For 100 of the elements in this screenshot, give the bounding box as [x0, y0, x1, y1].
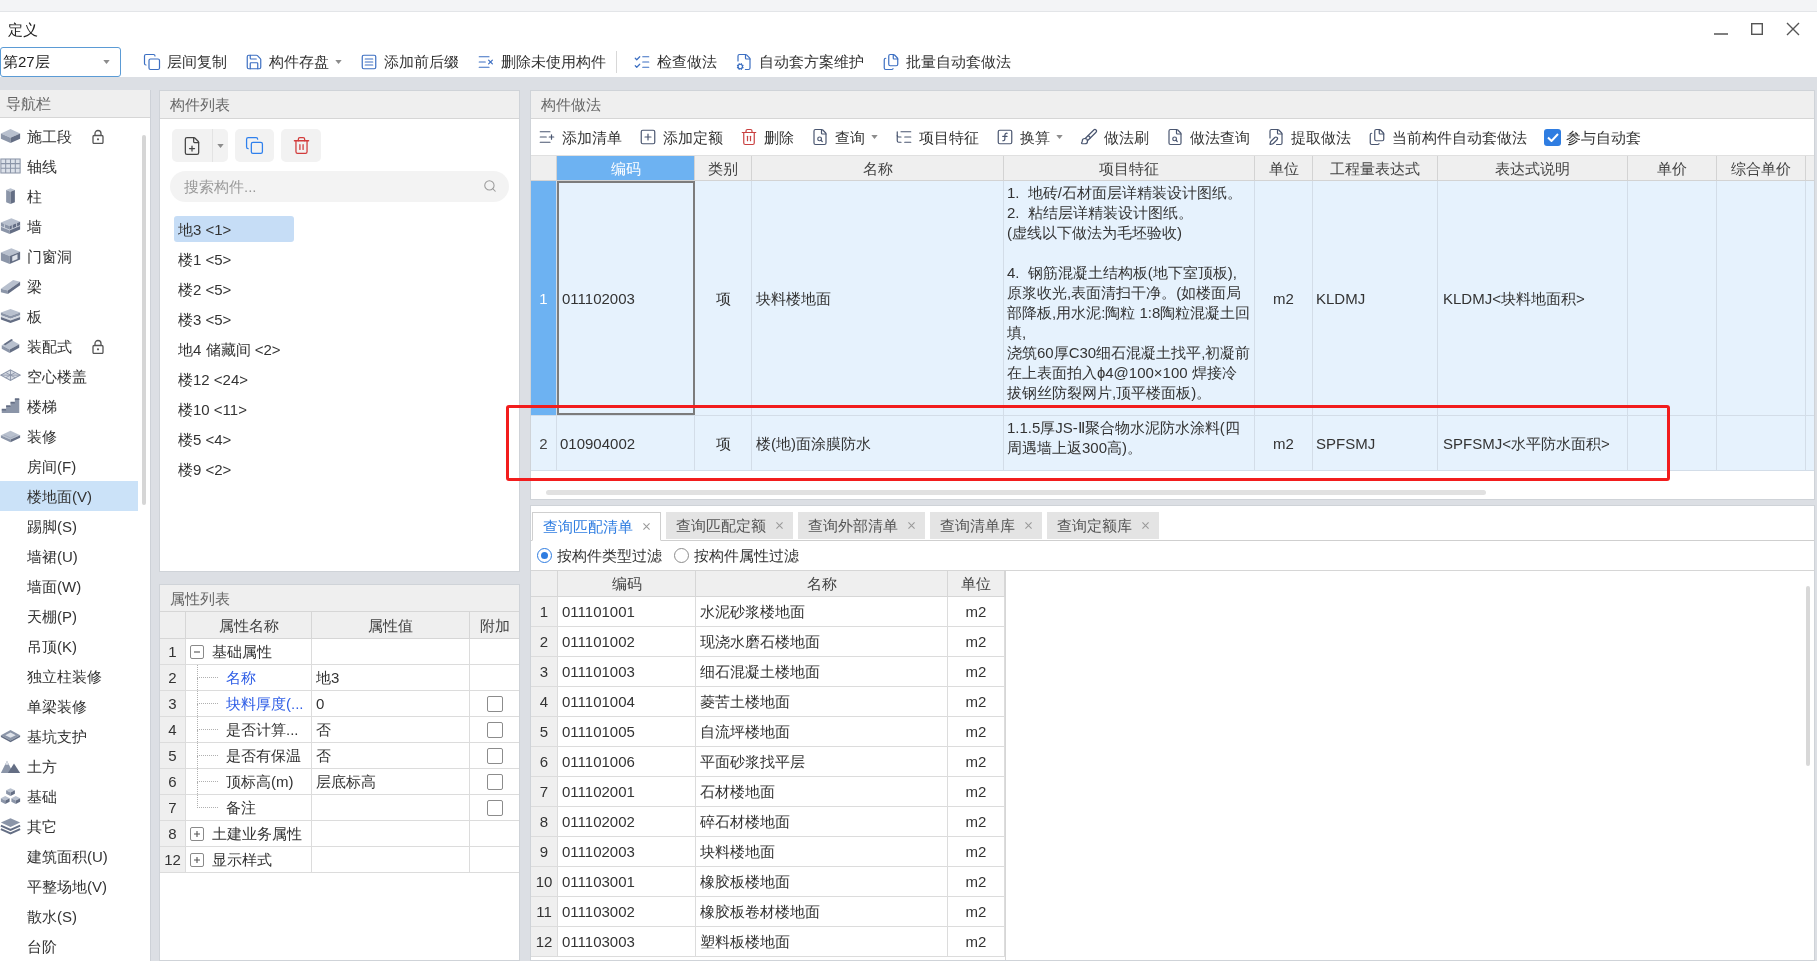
- nav-item[interactable]: 吊顶(K): [0, 631, 138, 661]
- scrollbar[interactable]: [1806, 586, 1810, 766]
- expand-icon[interactable]: [190, 852, 204, 867]
- close-icon[interactable]: [776, 522, 783, 529]
- scrollbar[interactable]: [142, 135, 146, 505]
- toolbar-button[interactable]: 提取做法: [1267, 123, 1351, 151]
- list-item[interactable]: 楼5 <4>: [174, 426, 294, 452]
- checkbox[interactable]: [486, 721, 503, 738]
- nav-item[interactable]: 墙裙(U): [0, 541, 138, 571]
- tab[interactable]: 查询匹配定额: [666, 512, 793, 539]
- new-button[interactable]: [172, 129, 228, 162]
- list-icon: [895, 128, 913, 146]
- close-icon[interactable]: [1142, 522, 1149, 529]
- nav-item[interactable]: 建筑面积(U): [0, 841, 138, 871]
- nav-item[interactable]: 装配式: [0, 331, 138, 361]
- delete-button[interactable]: [281, 129, 321, 162]
- nav-item[interactable]: 楼地面(V): [0, 481, 138, 511]
- nav-item[interactable]: 基础: [0, 781, 138, 811]
- column-header[interactable]: 单价: [1628, 156, 1717, 180]
- toolbar-button[interactable]: 做法查询: [1166, 123, 1250, 151]
- tab[interactable]: 查询匹配清单: [532, 512, 661, 541]
- tab[interactable]: 查询定额库: [1047, 512, 1159, 539]
- checkbox[interactable]: [486, 773, 503, 790]
- list-item[interactable]: 楼10 <11>: [174, 396, 294, 422]
- nav-item[interactable]: 台阶: [0, 931, 138, 961]
- nav-item[interactable]: 装修: [0, 421, 138, 451]
- list-item[interactable]: 楼1 <5>: [174, 246, 294, 272]
- list-item[interactable]: 地3 <1>: [174, 216, 294, 242]
- nav-item[interactable]: 柱: [0, 181, 138, 211]
- list-item[interactable]: 楼2 <5>: [174, 276, 294, 302]
- toolbar-button[interactable]: 当前构件自动套做法: [1368, 123, 1527, 151]
- close-icon[interactable]: [643, 523, 650, 530]
- toolbar-button[interactable]: 做法刷: [1080, 123, 1149, 151]
- nav-item[interactable]: 其它: [0, 811, 138, 841]
- column-header[interactable]: 工程量表达式: [1313, 156, 1438, 180]
- collapse-icon[interactable]: [190, 644, 204, 659]
- checkbox[interactable]: [486, 799, 503, 816]
- nav-item[interactable]: 天棚(P): [0, 601, 138, 631]
- copy-button[interactable]: [235, 129, 274, 162]
- nav-item[interactable]: 墙: [0, 211, 138, 241]
- column-header[interactable]: 名称: [752, 156, 1004, 180]
- radio-option[interactable]: 按构件类型过滤: [537, 548, 662, 563]
- toolbar-button[interactable]: 换算: [996, 123, 1063, 151]
- list-item[interactable]: 地4 储藏间 <2>: [174, 336, 294, 362]
- checkbox[interactable]: [486, 747, 503, 764]
- tab[interactable]: 查询外部清单: [798, 512, 925, 539]
- tab[interactable]: 查询清单库: [930, 512, 1042, 539]
- search-field[interactable]: 搜索构件...: [170, 171, 509, 202]
- checkbox[interactable]: [1544, 128, 1561, 146]
- checkbox[interactable]: [486, 695, 503, 712]
- list-item[interactable]: 楼9 <2>: [174, 456, 294, 482]
- toolbar-button[interactable]: 层间复制: [143, 47, 227, 76]
- toolbar-button[interactable]: 查询: [811, 123, 878, 151]
- table-cell: 011101004: [558, 687, 696, 716]
- column-header[interactable]: 单位: [1255, 156, 1313, 180]
- nav-item[interactable]: 独立柱装修: [0, 661, 138, 691]
- nav-item[interactable]: 房间(F): [0, 451, 138, 481]
- nav-item[interactable]: 施工段: [0, 121, 138, 151]
- column-header[interactable]: 项目特征: [1004, 156, 1255, 180]
- toolbar-button[interactable]: 添加定额: [639, 123, 723, 151]
- toolbar-button[interactable]: 删除未使用构件: [477, 47, 606, 76]
- radio-option[interactable]: 按构件属性过滤: [674, 548, 799, 563]
- toolbar-button[interactable]: 检查做法: [633, 47, 717, 76]
- nav-item[interactable]: 梁: [0, 271, 138, 301]
- nav-item[interactable]: 单梁装修: [0, 691, 138, 721]
- nav-item[interactable]: 平整场地(V): [0, 871, 138, 901]
- nav-item[interactable]: 门窗洞: [0, 241, 138, 271]
- nav-item[interactable]: 墙面(W): [0, 571, 138, 601]
- nav-item[interactable]: 板: [0, 301, 138, 331]
- nav-item[interactable]: 楼梯: [0, 391, 138, 421]
- nav-item[interactable]: 散水(S): [0, 901, 138, 931]
- toolbar-button[interactable]: 添加清单: [538, 123, 622, 151]
- radio-icon[interactable]: [537, 548, 552, 563]
- nav-item[interactable]: 土方: [0, 751, 138, 781]
- list-item[interactable]: 楼3 <5>: [174, 306, 294, 332]
- nav-item[interactable]: 轴线: [0, 151, 138, 181]
- floor-select[interactable]: 第27层: [0, 46, 121, 77]
- column-header[interactable]: 表达式说明: [1438, 156, 1628, 180]
- row-number[interactable]: 2: [531, 416, 557, 470]
- expand-icon[interactable]: [190, 826, 204, 841]
- column-header[interactable]: 类别: [695, 156, 752, 180]
- nav-item[interactable]: 基坑支护: [0, 721, 138, 751]
- column-header[interactable]: 综合单价: [1717, 156, 1806, 180]
- table-row[interactable]: [531, 181, 1814, 416]
- toolbar-button[interactable]: 批量自动套做法: [882, 47, 1011, 76]
- nav-item[interactable]: 空心楼盖: [0, 361, 138, 391]
- table-row[interactable]: 2 010904002 项 楼(地)面涂膜防水 1.1.5厚JS-Ⅱ聚合物水泥防水涂料(四周遇墙上返300高)。 m2 SPFSMJ SPFSMJ<水平防水面积>: [531, 416, 1814, 471]
- scrollbar[interactable]: [546, 490, 1486, 495]
- checkbox-label[interactable]: 参与自动套: [1566, 129, 1641, 145]
- close-icon[interactable]: [908, 522, 915, 529]
- radio-icon[interactable]: [674, 548, 689, 563]
- nav-item[interactable]: 踢脚(S): [0, 511, 138, 541]
- toolbar-button[interactable]: 添加前后缀: [360, 47, 459, 76]
- row-number: 3: [160, 691, 186, 716]
- toolbar-button[interactable]: 删除: [740, 123, 794, 151]
- toolbar-button[interactable]: 构件存盘: [245, 47, 342, 76]
- toolbar-button[interactable]: 自动套方案维护: [735, 47, 864, 76]
- close-icon[interactable]: [1025, 522, 1032, 529]
- list-item[interactable]: 楼12 <24>: [174, 366, 294, 392]
- toolbar-button[interactable]: 项目特征: [895, 123, 979, 151]
